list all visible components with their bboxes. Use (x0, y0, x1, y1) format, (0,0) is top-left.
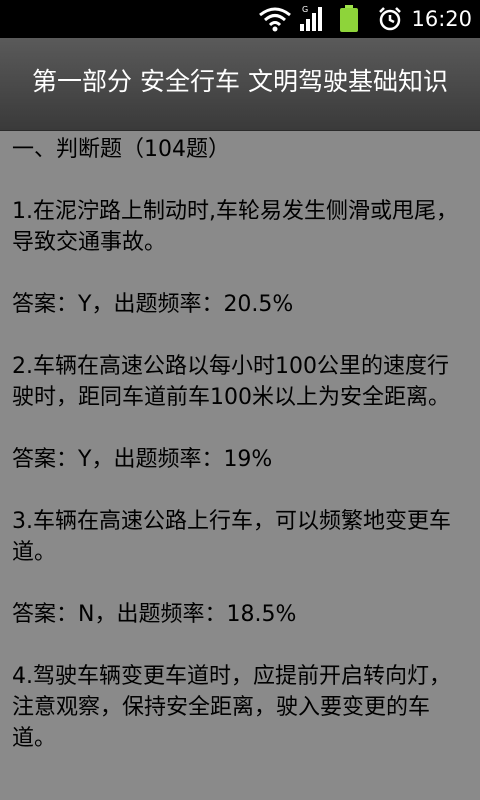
section-heading: 一、判断题（104题） (12, 137, 230, 162)
answer-2: 答案：Y，出题频率：19% (12, 447, 273, 472)
content-text: 一、判断题（104题） 1.在泥泞路上制动时,车轮易发生侧滑或甩尾，导致交通事故… (0, 134, 480, 754)
content-area[interactable]: 一、判断题（104题） 1.在泥泞路上制动时,车轮易发生侧滑或甩尾，导致交通事故… (0, 131, 480, 800)
title-bar: 第一部分 安全行车 文明驾驶基础知识 (0, 38, 480, 131)
svg-text:G: G (302, 5, 308, 14)
page-title: 第一部分 安全行车 文明驾驶基础知识 (32, 67, 448, 96)
question-1: 1.在泥泞路上制动时,车轮易发生侧滑或甩尾，导致交通事故。 (12, 199, 458, 255)
wifi-icon (258, 6, 292, 36)
answer-3: 答案：N，出题频率：18.5% (12, 602, 297, 627)
status-time: 16:20 (411, 7, 472, 31)
alarm-icon (377, 6, 403, 36)
answer-1: 答案：Y，出题频率：20.5% (12, 292, 294, 317)
question-3: 3.车辆在高速公路上行车，可以频繁地变更车道。 (12, 509, 451, 565)
question-2: 2.车辆在高速公路以每小时100公里的速度行驶时，距同车道前车100米以上为安全… (12, 354, 450, 410)
battery-icon (338, 5, 360, 37)
status-bar: G 16:20 (0, 0, 480, 38)
signal-icon: G (298, 4, 328, 36)
question-4: 4.驾驶车辆变更车道时，应提前开启转向灯，注意观察，保持安全距离，驶入要变更的车… (12, 664, 451, 751)
